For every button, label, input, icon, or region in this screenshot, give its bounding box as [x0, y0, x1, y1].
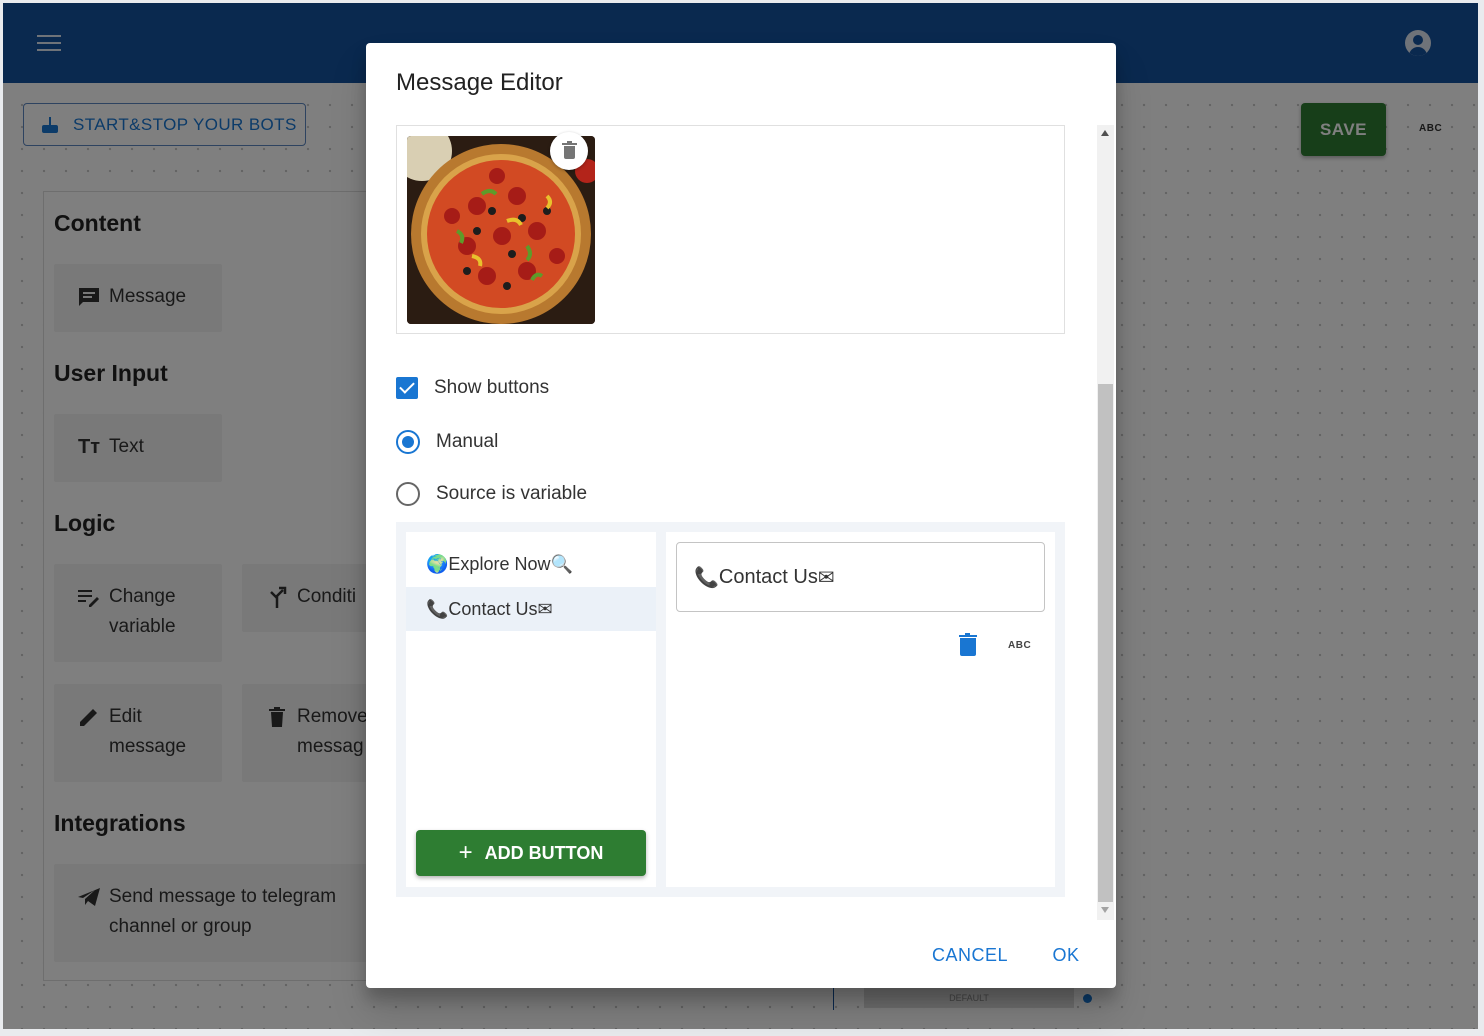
phone-icon: 📞 — [694, 566, 719, 589]
scroll-up-arrow-icon[interactable] — [1101, 130, 1109, 136]
button-label-input[interactable]: 📞 Contact Us ✉ — [676, 542, 1045, 612]
scroll-thumb[interactable] — [1098, 384, 1113, 902]
dialog-scrollbar[interactable] — [1097, 125, 1114, 920]
spellcheck-icon[interactable]: ABC — [1008, 640, 1031, 651]
phone-icon: 📞 — [426, 598, 449, 619]
button-item-contact-us[interactable]: 📞 Contact Us ✉ — [406, 587, 656, 631]
scroll-down-arrow-icon[interactable] — [1101, 907, 1109, 913]
cancel-button[interactable]: CANCEL — [924, 933, 1016, 977]
button-detail-panel: 📞 Contact Us ✉ ABC — [666, 532, 1055, 887]
ok-button[interactable]: OK — [1042, 933, 1090, 977]
button-item-explore-now[interactable]: 🌍 Explore Now 🔍 — [406, 542, 656, 586]
envelope-icon: ✉ — [537, 598, 553, 619]
delete-icon — [561, 141, 577, 159]
dialog-actions: CANCEL OK — [366, 933, 1116, 977]
dialog-content: Show buttons Manual Source is variable 🌍… — [396, 125, 1065, 925]
image-attachment-area — [396, 125, 1065, 334]
message-editor-dialog: Message Editor Show buttons Manual Sourc… — [366, 43, 1116, 988]
buttons-list: 🌍 Explore Now 🔍 📞 Contact Us ✉ + ADD BUT… — [406, 532, 656, 887]
dialog-title: Message Editor — [396, 69, 563, 96]
delete-button-icon[interactable] — [959, 633, 977, 656]
add-button-button[interactable]: + ADD BUTTON — [416, 830, 646, 876]
image-delete-button[interactable] — [550, 132, 588, 170]
plus-icon: + — [458, 839, 473, 866]
radio-source-variable[interactable]: Source is variable — [396, 482, 587, 506]
radio-unchecked-icon[interactable] — [396, 482, 420, 506]
magnifier-icon: 🔍 — [550, 553, 573, 574]
buttons-editor: 🌍 Explore Now 🔍 📞 Contact Us ✉ + ADD BUT… — [396, 522, 1065, 897]
envelope-icon: ✉ — [817, 566, 835, 589]
radio-checked-icon[interactable] — [396, 430, 420, 454]
show-buttons-checkbox[interactable]: Show buttons — [396, 377, 549, 399]
delete-icon — [959, 633, 977, 656]
checkbox-checked-icon[interactable] — [396, 377, 418, 399]
globe-icon: 🌍 — [426, 553, 449, 574]
radio-manual[interactable]: Manual — [396, 430, 498, 454]
